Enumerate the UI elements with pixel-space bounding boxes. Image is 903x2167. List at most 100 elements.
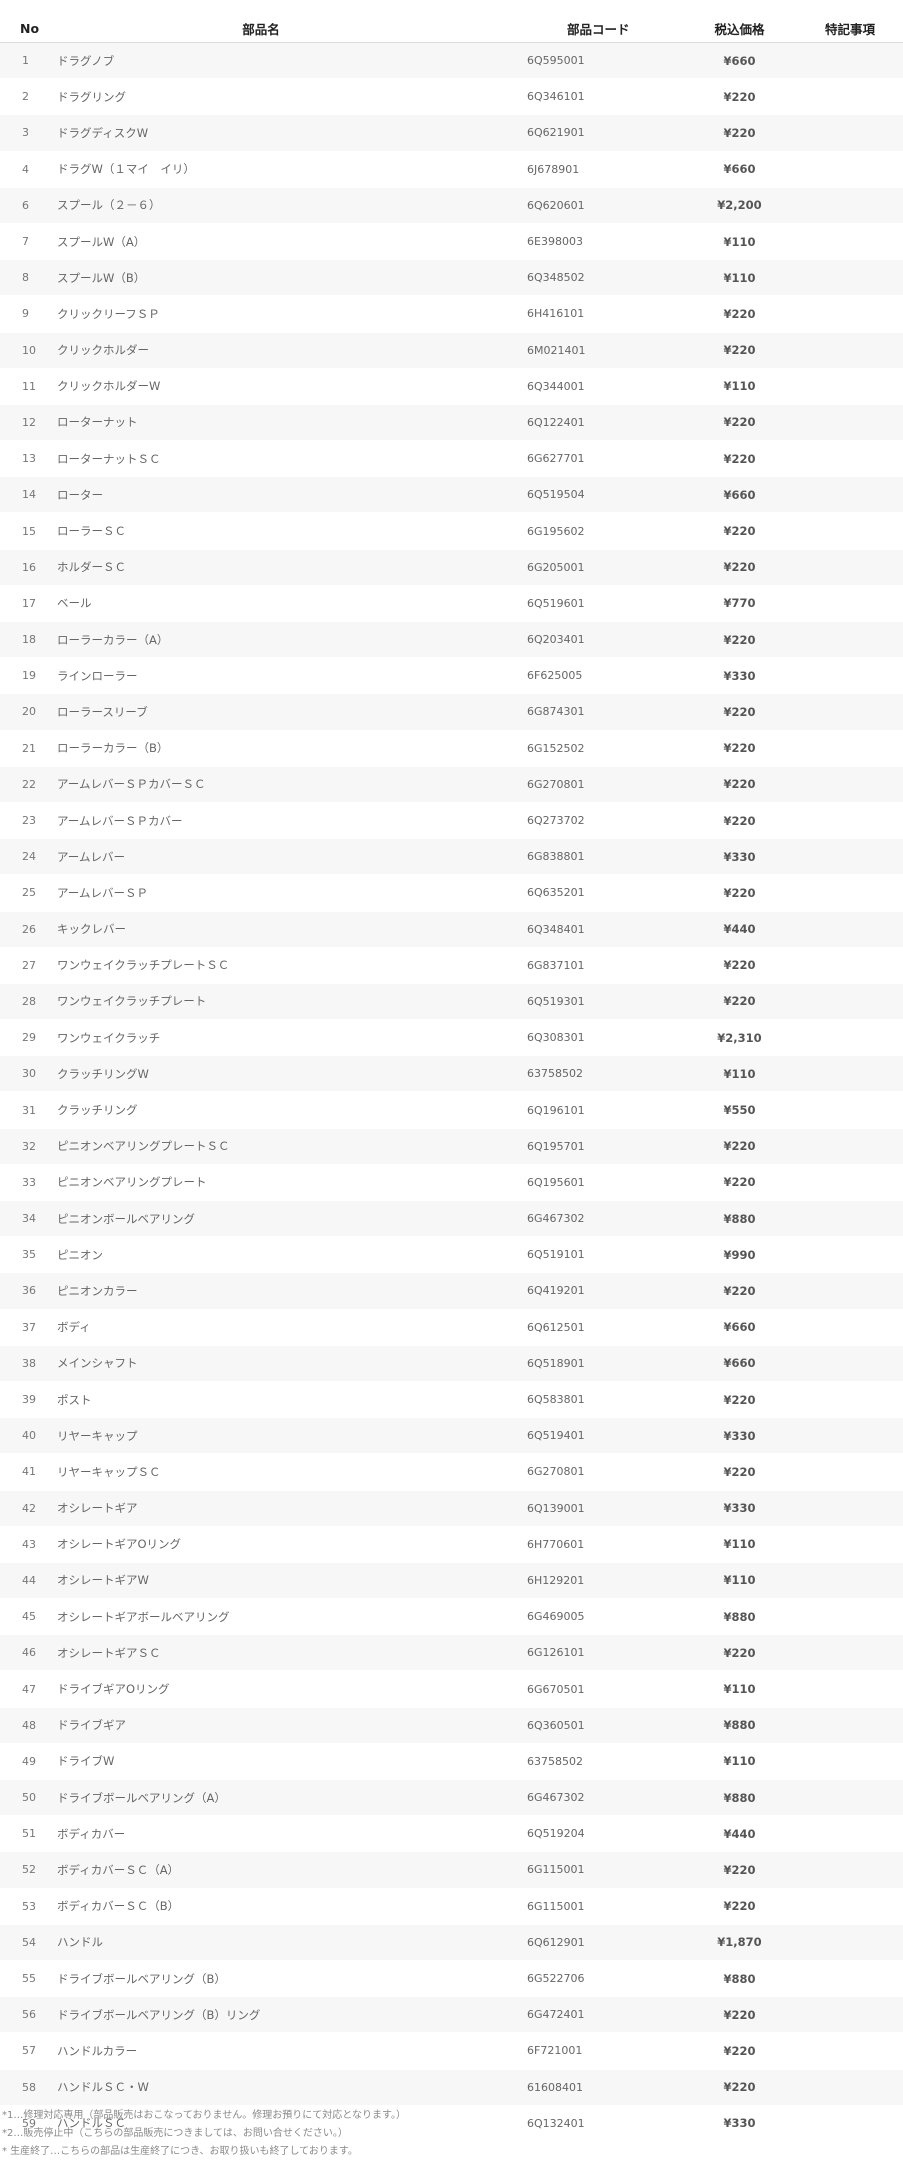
table-row: 53 ボディカバーＳＣ（B） 6G115001 ¥220 [0,1888,903,1925]
table-row: 50 ドライブボールベアリング（A） 6G467302 ¥880 [0,1779,903,1817]
part-code-cell: 6Q360501 [527,1707,682,1744]
part-name-cell: クリックホルダーW [55,368,527,405]
part-code-cell: 6H129201 [527,1562,682,1600]
notes-cell [797,1634,903,1672]
notes-cell [797,1200,903,1238]
table-row: 2 ドラグリング 6Q346101 ¥220 [0,78,903,116]
notes-cell [797,2069,903,2106]
price-cell: ¥220 [682,983,797,1021]
notes-cell [797,1164,903,1202]
price-cell: ¥220 [682,802,797,840]
part-name-cell: ボディカバーＳＣ（B） [55,1888,527,1925]
price-cell: ¥110 [682,259,797,297]
price-cell: ¥990 [682,1236,797,1274]
part-number-cell: 14 [0,476,55,514]
price-cell: ¥110 [682,1670,797,1708]
part-code-cell: 6Q595001 [527,42,682,80]
table-row: 1 ドラグノブ 6Q595001 ¥660 [0,42,903,80]
price-cell: ¥220 [682,1164,797,1202]
price-cell: ¥2,310 [682,1019,797,1057]
part-name-cell: ベール [55,585,527,623]
notes-cell [797,259,903,297]
part-code-cell: 6G467302 [527,1779,682,1817]
part-code-cell: 6Q348502 [527,259,682,297]
part-number-cell: 30 [0,1055,55,1093]
notes-cell [797,1490,903,1527]
table-row: 37 ボディ 6Q612501 ¥660 [0,1309,903,1346]
part-number-cell: 15 [0,512,55,550]
part-code-cell: 6Q519401 [527,1417,682,1455]
part-number-cell: 23 [0,802,55,840]
price-cell: ¥660 [682,42,797,80]
part-code-cell: 6Q139001 [527,1490,682,1527]
notes-cell [797,1417,903,1455]
part-number-cell: 12 [0,404,55,442]
part-name-cell: ボディカバー [55,1815,527,1853]
part-number-cell: 19 [0,657,55,695]
part-number-cell: 31 [0,1091,55,1129]
notes-cell [797,874,903,912]
part-number-cell: 47 [0,1670,55,1708]
part-name-cell: ドライブギアOリング [55,1670,527,1708]
part-name-cell: スプールW（A） [55,223,527,261]
part-number-cell: 4 [0,151,55,188]
notes-cell [797,802,903,840]
part-number-cell: 34 [0,1200,55,1238]
table-row: 54 ハンドル 6Q612901 ¥1,870 [0,1924,903,1961]
notes-cell [797,78,903,116]
table-row: 23 アームレバーＳＰカバー 6Q273702 ¥220 [0,802,903,840]
notes-cell [797,1815,903,1853]
table-row: 26 キックレバー 6Q348401 ¥440 [0,911,903,948]
notes-cell [797,1526,903,1563]
part-code-cell: 6Q273702 [527,802,682,840]
part-code-cell: 63758502 [527,1743,682,1781]
price-cell: ¥220 [682,766,797,803]
price-cell: ¥330 [682,838,797,876]
part-name-cell: ローター [55,476,527,514]
table-row: 9 クリックリーフＳＰ 6H416101 ¥220 [0,295,903,333]
notes-cell [797,151,903,188]
part-name-cell: アームレバー [55,838,527,876]
price-cell: ¥330 [682,657,797,695]
price-cell: ¥880 [682,1200,797,1238]
table-row: 51 ボディカバー 6Q519204 ¥440 [0,1815,903,1853]
part-code-cell: 6G838801 [527,838,682,876]
part-code-cell: 6G472401 [527,1996,682,2034]
part-code-cell: 6F721001 [527,2032,682,2070]
price-cell: ¥220 [682,78,797,116]
column-header-part-name: 部品名 [55,14,527,43]
footnote: *1…修理対応専用（部品販売はおこなっておりません。修理お預りにて対応となります… [2,2110,406,2121]
price-cell: ¥220 [682,1128,797,1165]
notes-cell [797,1345,903,1382]
part-number-cell: 18 [0,621,55,659]
notes-cell [797,838,903,876]
table-row: 25 アームレバーＳＰ 6Q635201 ¥220 [0,874,903,912]
price-cell: ¥220 [682,1381,797,1419]
table-row: 57 ハンドルカラー 6F721001 ¥220 [0,2032,903,2070]
part-code-cell: 6Q583801 [527,1381,682,1419]
footnotes: *1…修理対応専用（部品販売はおこなっておりません。修理お預りにて対応となります… [2,2107,406,2161]
footnote: * 生産終了…こちらの部品は生産終了につき、お取り扱いも終了しております。 [2,2146,358,2157]
table-row: 36 ピニオンカラー 6Q419201 ¥220 [0,1272,903,1310]
part-number-cell: 50 [0,1779,55,1817]
part-name-cell: ピニオンボールベアリング [55,1200,527,1238]
part-name-cell: ローターナットＳＣ [55,440,527,478]
column-header-notes: 特記事項 [797,14,903,43]
part-number-cell: 3 [0,114,55,152]
table-row: 24 アームレバー 6G838801 ¥330 [0,838,903,876]
part-number-cell: 48 [0,1707,55,1744]
part-number-cell: 24 [0,838,55,876]
part-name-cell: アームレバーＳＰカバー [55,802,527,840]
table-row: 52 ボディカバーＳＣ（A） 6G115001 ¥220 [0,1851,903,1889]
part-name-cell: ドライブボールベアリング（B） [55,1960,527,1998]
table-row: 49 ドライブW 63758502 ¥110 [0,1743,903,1781]
price-cell: ¥880 [682,1960,797,1998]
table-row: 8 スプールW（B） 6Q348502 ¥110 [0,259,903,297]
part-code-cell: 63758502 [527,1055,682,1093]
part-code-cell: 6Q519204 [527,1815,682,1853]
part-name-cell: ピニオン [55,1236,527,1274]
part-number-cell: 51 [0,1815,55,1853]
price-cell: ¥880 [682,1598,797,1636]
part-code-cell: 6Q519301 [527,983,682,1021]
notes-cell [797,1598,903,1636]
